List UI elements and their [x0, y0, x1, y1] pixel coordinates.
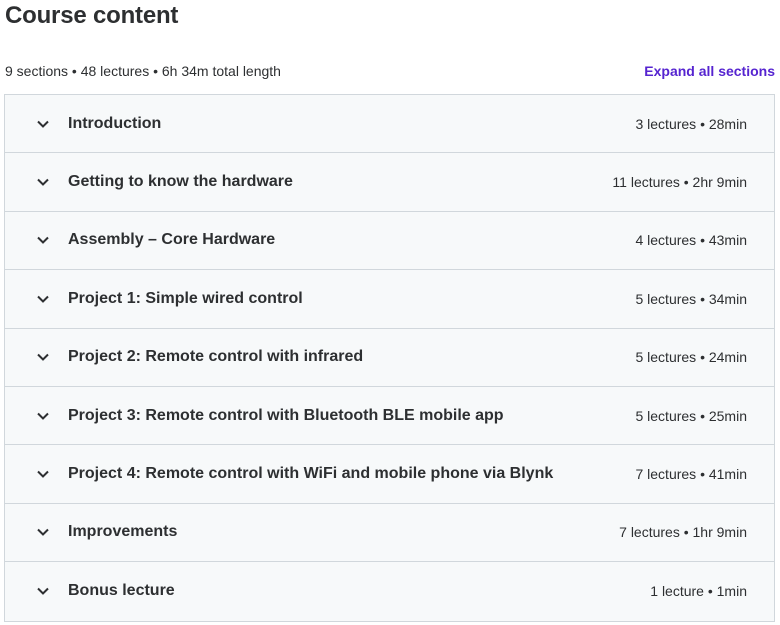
section-getting-to-know-the-hardware[interactable]: Getting to know the hardware 11 lectures…: [5, 153, 774, 212]
chevron-down-icon: [35, 232, 51, 248]
section-introduction[interactable]: Introduction 3 lectures • 28min: [5, 95, 774, 154]
section-meta: 3 lectures • 28min: [635, 115, 747, 132]
section-assembly-core-hardware[interactable]: Assembly – Core Hardware 4 lectures • 43…: [5, 211, 774, 271]
section-title: Introduction: [68, 114, 162, 132]
section-title: Bonus lecture: [68, 582, 175, 600]
chevron-down-icon: [35, 466, 51, 482]
section-meta: 11 lectures • 2hr 9min: [612, 174, 747, 191]
sections-list: Introduction 3 lectures • 28min Getting …: [4, 94, 775, 622]
expand-all-sections-button[interactable]: Expand all sections: [644, 63, 775, 79]
section-title: Project 4: Remote control with WiFi and …: [68, 465, 554, 483]
section-title: Project 3: Remote control with Bluetooth…: [68, 406, 504, 424]
chevron-down-icon: [35, 524, 51, 540]
chevron-down-icon: [35, 583, 51, 599]
section-meta: 5 lectures • 25min: [635, 407, 747, 424]
section-project-3[interactable]: Project 3: Remote control with Bluetooth…: [5, 386, 774, 446]
page-title: Course content: [5, 2, 179, 29]
section-improvements[interactable]: Improvements 7 lectures • 1hr 9min: [5, 503, 774, 563]
section-project-2[interactable]: Project 2: Remote control with infrared …: [5, 328, 774, 387]
chevron-down-icon: [35, 291, 51, 307]
section-title: Project 1: Simple wired control: [68, 289, 303, 307]
section-meta: 7 lectures • 1hr 9min: [619, 524, 747, 541]
chevron-down-icon: [35, 408, 51, 424]
course-summary: 9 sections • 48 lectures • 6h 34m total …: [5, 63, 281, 79]
section-meta: 7 lectures • 41min: [635, 466, 747, 483]
section-meta: 1 lecture • 1min: [650, 583, 747, 600]
chevron-down-icon: [35, 116, 51, 132]
section-meta: 5 lectures • 34min: [635, 290, 747, 307]
section-title: Improvements: [68, 523, 178, 541]
section-title: Getting to know the hardware: [68, 173, 293, 191]
section-title: Assembly – Core Hardware: [68, 231, 276, 249]
section-project-1[interactable]: Project 1: Simple wired control 5 lectur…: [5, 270, 774, 329]
section-title: Project 2: Remote control with infrared: [68, 348, 364, 366]
course-summary-row: 9 sections • 48 lectures • 6h 34m total …: [5, 60, 775, 82]
section-meta: 4 lectures • 43min: [635, 232, 747, 249]
section-bonus-lecture[interactable]: Bonus lecture 1 lecture • 1min: [5, 562, 774, 621]
chevron-down-icon: [35, 174, 51, 190]
chevron-down-icon: [35, 349, 51, 365]
section-meta: 5 lectures • 24min: [635, 349, 747, 366]
section-project-4[interactable]: Project 4: Remote control with WiFi and …: [5, 445, 774, 504]
